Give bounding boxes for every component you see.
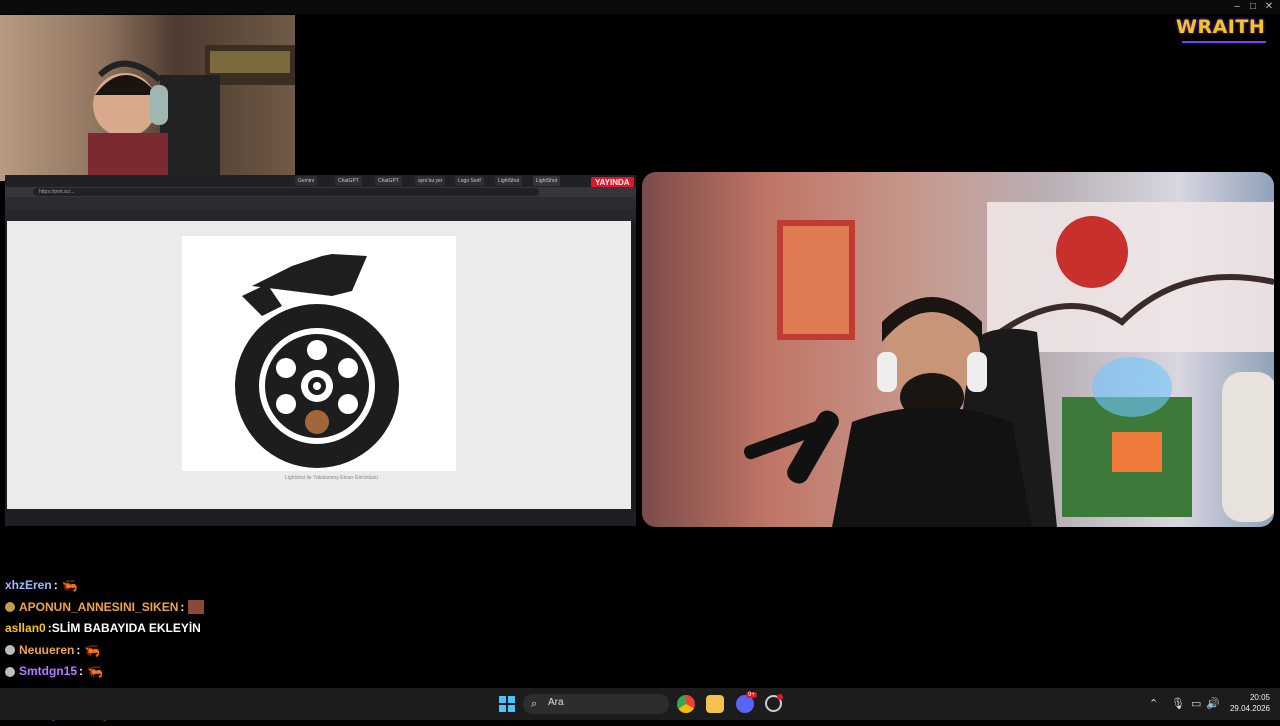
taskbar-search-input[interactable] — [523, 694, 669, 714]
webcam-small-scene — [88, 45, 295, 181]
chat-username: Neuueren — [19, 642, 75, 657]
chat-separator: : — [53, 578, 58, 592]
browser-tab[interactable]: ChatGPT — [375, 176, 402, 186]
emote-icon — [188, 600, 205, 615]
wraith-logo: WRAITH — [1176, 16, 1272, 44]
revolver-cylinder-image — [235, 254, 399, 468]
chat-separator: : — [180, 599, 185, 614]
captured-taskbar — [5, 512, 636, 526]
emote-icon: 🦐 — [84, 642, 101, 658]
image-caption: Lightshot ile Yakalanmış Ekran Görüntüsü — [285, 475, 378, 481]
browser-tab[interactable]: LightShot — [495, 176, 523, 186]
logo-underline — [1182, 41, 1266, 43]
chevron-up-icon[interactable]: ⌃ — [1149, 697, 1158, 710]
clock-date: 29.04.2026 — [1229, 704, 1270, 713]
file-explorer-icon[interactable] — [706, 695, 724, 713]
discord-notification-badge: 9+ — [746, 692, 757, 698]
chat-text: SLİM BABAYIDA EKLEYİN — [51, 621, 201, 635]
browser-tab-active[interactable]: LightShot — [533, 176, 561, 186]
chat-username: APONUN_ANNESINI_SIKEN — [19, 599, 179, 614]
emote-icon: 🦐 — [87, 664, 104, 679]
browser-tab[interactable]: Gemini — [295, 176, 317, 186]
maximize-button[interactable]: □ — [1246, 1, 1260, 13]
webcam-small — [0, 15, 295, 181]
close-button[interactable]: ✕ — [1262, 1, 1276, 13]
webcam-main-scene — [744, 202, 1274, 527]
chat-message: asllan0 : SLİM BABAYIDA EKLEYİN — [5, 618, 405, 640]
browser-tab[interactable]: ayni bu yer — [415, 176, 446, 186]
chat-message: xhzEren : 🦐 — [5, 575, 405, 597]
screen-capture: Gemini ChatGPT ChatGPT ayni bu yer Logo … — [5, 175, 636, 526]
search-placeholder: Ara — [548, 697, 564, 708]
screenshot-image — [182, 236, 456, 471]
search-icon: ⌕ — [531, 698, 538, 710]
chat-message: Smtdgn15 : 🦐 — [5, 661, 405, 683]
chat-username: asllan0 — [5, 621, 46, 635]
bookmarks-bar — [5, 197, 636, 209]
chrome-icon[interactable] — [677, 695, 695, 713]
chat-username: Smtdgn15 — [19, 664, 78, 678]
browser-tab[interactable]: Logo Serif — [455, 176, 484, 186]
address-bar[interactable]: https://prnt.sc/... — [33, 188, 539, 196]
browser-tab[interactable]: ChatGPT — [335, 176, 362, 186]
site-header — [5, 209, 636, 221]
emote-icon: 🦐 — [61, 578, 78, 593]
subscriber-badge-icon — [5, 602, 15, 613]
monitor-icon[interactable]: ▭ — [1191, 697, 1201, 710]
app-notification-dot — [777, 694, 783, 700]
microphone-icon[interactable]: 🎙 — [1171, 697, 1185, 710]
chat-message: Neuueren : 🦐 — [5, 640, 405, 662]
windows-start-icon[interactable] — [499, 696, 515, 712]
window-titlebar — [0, 0, 1280, 14]
subscriber-badge-icon — [5, 666, 15, 677]
chat-message: APONUN_ANNESINI_SIKEN : — [5, 597, 405, 619]
chat-separator: : — [76, 642, 81, 657]
clock-time: 20:05 — [1249, 693, 1270, 702]
webcam-main — [642, 172, 1274, 527]
minimize-button[interactable]: – — [1230, 1, 1244, 13]
chat-separator: : — [79, 664, 84, 678]
subscriber-badge-icon — [5, 645, 15, 656]
taskbar-clock[interactable]: 20:05 29.04.2026 — [1210, 692, 1270, 714]
chat-username: xhzEren — [5, 578, 52, 592]
logo-text: WRAITH — [1176, 16, 1266, 38]
